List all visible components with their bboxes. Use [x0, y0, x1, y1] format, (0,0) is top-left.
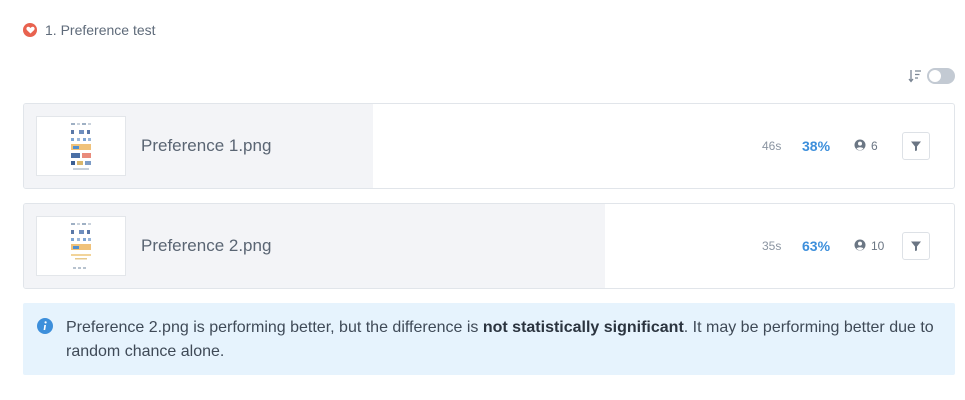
option-thumbnail[interactable] — [36, 216, 126, 276]
toggle-knob — [929, 70, 941, 82]
preference-percent: 63% — [802, 238, 831, 254]
filter-button[interactable] — [902, 232, 930, 260]
participant-count-label: 10 — [871, 239, 885, 253]
heart-icon — [23, 23, 37, 37]
participant-count: 10 — [854, 239, 902, 254]
avg-time: 46s — [762, 139, 782, 153]
info-text-emphasis: not statistically significant — [482, 319, 684, 336]
option-stats: 46s 38% 6 — [762, 132, 930, 160]
info-message: Preference 2.png is performing better, b… — [66, 316, 946, 364]
option-row: Preference 1.png 46s 38% 6 — [23, 103, 955, 189]
sort-toggle[interactable] — [927, 68, 955, 84]
option-name: Preference 2.png — [141, 236, 272, 255]
significance-info-box: Preference 2.png is performing better, b… — [23, 303, 955, 375]
sort-descending-icon[interactable] — [907, 68, 923, 84]
info-text-before: Preference 2.png is performing better, b… — [66, 319, 483, 336]
option-row: Preference 2.png 35s 63% 10 — [23, 203, 955, 289]
test-header: 1. Preference test — [23, 22, 156, 38]
option-name: Preference 1.png — [141, 136, 272, 155]
filter-icon — [911, 241, 921, 251]
info-icon — [37, 318, 53, 334]
filter-icon — [911, 141, 921, 151]
user-icon — [854, 139, 866, 154]
participant-count-label: 6 — [871, 139, 878, 153]
filter-button[interactable] — [902, 132, 930, 160]
participant-count: 6 — [854, 139, 902, 154]
test-title: 1. Preference test — [45, 22, 156, 38]
user-icon — [854, 239, 866, 254]
preference-percent: 38% — [802, 138, 831, 154]
avg-time: 35s — [762, 239, 782, 253]
option-thumbnail[interactable] — [36, 116, 126, 176]
results-toolbar — [907, 68, 955, 84]
option-stats: 35s 63% 10 — [762, 232, 930, 260]
